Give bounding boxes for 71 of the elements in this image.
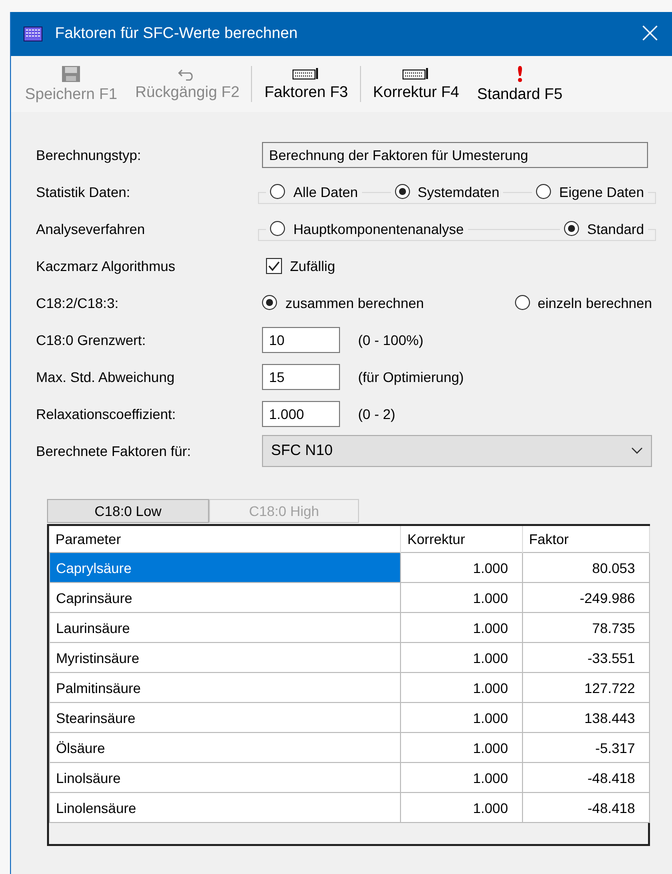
checkbox[interactable] (266, 258, 282, 274)
field-label: Analyseverfahren (36, 220, 146, 236)
window-title: Faktoren für SFC-Werte berechnen (55, 25, 299, 43)
column-header[interactable]: Korrektur (400, 526, 522, 552)
table-cell: 78.735 (522, 612, 650, 642)
table-cell[interactable]: Palmitinsäure (50, 672, 401, 702)
table-cell: 1.000 (400, 582, 522, 612)
field-label: C18:0 Grenzwert: (36, 332, 147, 348)
table-cell[interactable]: Ölsäure (50, 732, 401, 762)
field-label: Relaxationscoeffizient: (36, 406, 177, 422)
table-cell: -48.418 (522, 792, 650, 822)
dropdown[interactable]: SFC N10 (262, 434, 652, 466)
table-cell[interactable]: Caprinsäure (50, 582, 401, 612)
table-cell: 1.000 (400, 552, 522, 582)
table-cell: 1.000 (400, 612, 522, 642)
dropdown-value: SFC N10 (271, 442, 333, 459)
field-label: Kaczmarz Algorithmus (36, 258, 176, 274)
table-cell[interactable]: Myristinsäure (50, 642, 401, 672)
radio-button[interactable] (270, 184, 286, 199)
table-cell: -5.317 (522, 732, 650, 762)
radio-option[interactable]: Eigene Daten (532, 184, 648, 200)
radio-button[interactable] (262, 295, 278, 310)
radio-option[interactable]: Hauptkomponentenanalyse (266, 220, 468, 236)
radio-button[interactable] (270, 221, 286, 236)
close-icon (642, 24, 658, 40)
table-cell: 1.000 (400, 702, 522, 732)
table-cell: 127.722 (522, 672, 650, 702)
radio-option[interactable]: Systemdaten (390, 184, 504, 200)
radio-button[interactable] (536, 184, 552, 199)
hint-text: (0 - 100%) (358, 332, 424, 348)
keyboard-icon (402, 66, 430, 80)
hint-text: (0 - 2) (358, 406, 396, 422)
radio-option[interactable]: Standard (560, 220, 648, 236)
field-label: Statistik Daten: (36, 184, 132, 200)
keyboard-icon (292, 66, 320, 80)
table-cell[interactable]: Stearinsäure (50, 702, 401, 732)
input-field[interactable]: 1.000 (262, 400, 340, 426)
radio-button[interactable] (564, 221, 580, 236)
calculator-icon (23, 26, 43, 42)
table-cell: 1.000 (400, 672, 522, 702)
field-label: Berechnungstyp: (36, 146, 142, 162)
input-field[interactable]: 15 (262, 364, 340, 390)
table-cell: 80.053 (522, 552, 650, 582)
table-cell: 1.000 (400, 792, 522, 822)
input-field[interactable]: 10 (262, 326, 340, 352)
table-cell[interactable]: Laurinsäure (50, 612, 401, 642)
toolbar-button[interactable]: Faktoren F3 (262, 56, 350, 112)
table-cell: 138.443 (522, 702, 650, 732)
column-header[interactable]: Parameter (50, 526, 401, 552)
chevron-down-icon (631, 446, 643, 454)
table-cell: 1.000 (400, 642, 522, 672)
field-label: Max. Std. Abweichung (36, 368, 176, 384)
table-cell: -48.418 (522, 762, 650, 792)
readonly-field: Berechnung der Faktoren für Umesterung (262, 142, 648, 168)
field-label: C18:2/C18:3: (36, 294, 120, 310)
radio-button[interactable] (514, 295, 530, 310)
table-cell[interactable]: Caprylsäure (50, 552, 401, 582)
column-header[interactable]: Faktor (522, 526, 650, 552)
table-cell[interactable]: Linolsäure (50, 762, 401, 792)
tab[interactable]: C18:0 Low (47, 499, 209, 523)
toolbar-button[interactable]: Korrektur F4 (371, 56, 462, 112)
table-cell: -33.551 (522, 642, 650, 672)
field-label: Berechnete Faktoren für: (36, 442, 192, 458)
hint-text: (für Optimierung) (358, 368, 464, 384)
radio-button[interactable] (394, 184, 410, 199)
radio-option[interactable]: Alle Daten (266, 184, 362, 200)
table-cell: 1.000 (400, 732, 522, 762)
table-cell: 1.000 (400, 762, 522, 792)
toolbar-button[interactable]: Standard F5 (475, 56, 564, 112)
table-cell: -249.986 (522, 582, 650, 612)
table-cell[interactable]: Linolensäure (50, 792, 401, 822)
